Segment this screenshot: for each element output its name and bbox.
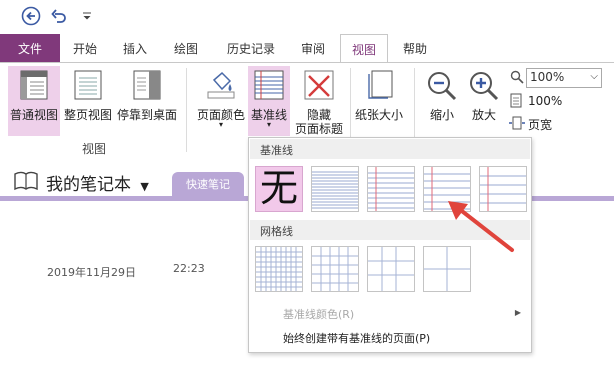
zoom-in-button[interactable]: 放大 xyxy=(464,66,504,136)
grid-medium-option[interactable] xyxy=(311,246,359,292)
dock-to-desktop-button[interactable]: 停靠到桌面 xyxy=(116,66,178,136)
tab-review[interactable]: 审阅 xyxy=(290,34,336,62)
search-icon xyxy=(510,70,524,84)
page-color-dropdown-icon: ▾ xyxy=(218,120,223,129)
notebook-icon[interactable] xyxy=(14,171,38,191)
rule-narrow-option[interactable] xyxy=(311,166,359,212)
hide-page-title-button[interactable]: 隐藏 页面标题 xyxy=(292,66,346,136)
full-page-view-icon xyxy=(74,70,102,100)
zoom-in-icon xyxy=(470,72,499,101)
views-group-label: 视图 xyxy=(82,142,107,156)
page-color-button[interactable]: 页面颜色 ▾ xyxy=(196,66,246,136)
rule-none-option[interactable]: 无 xyxy=(255,166,303,212)
page-100-icon xyxy=(510,93,522,108)
grid-large-option[interactable] xyxy=(367,246,415,292)
normal-view-icon xyxy=(20,70,48,100)
paper-size-icon xyxy=(368,70,393,99)
page-date: 2019年11月29日 xyxy=(47,266,136,279)
ribbon-separator xyxy=(186,68,187,152)
rule-lines-icon xyxy=(254,70,284,100)
hide-title-icon xyxy=(304,70,334,100)
page-width-icon xyxy=(509,116,525,130)
rule-line-color-menu: 基准线颜色(R) xyxy=(283,308,355,321)
annotation-arrow-icon xyxy=(448,201,514,252)
dock-desktop-icon xyxy=(133,70,161,100)
undo-icon[interactable] xyxy=(48,5,70,27)
zoom-100-button[interactable]: 100% xyxy=(508,92,568,110)
quick-access-toolbar xyxy=(0,0,614,32)
narrow-ruled-icon xyxy=(312,171,358,209)
tab-help[interactable]: 帮助 xyxy=(392,34,438,62)
college-ruled-icon xyxy=(368,167,414,211)
tab-insert[interactable]: 插入 xyxy=(112,34,158,62)
normal-view-button[interactable]: 普通视图 xyxy=(8,66,60,136)
always-create-rule-lines-menu[interactable]: 始终创建带有基准线的页面(P) xyxy=(283,330,430,346)
zoom-out-icon xyxy=(428,72,457,101)
grid-small-option[interactable] xyxy=(255,246,303,292)
rule-college-option[interactable] xyxy=(367,166,415,212)
medium-grid-icon xyxy=(312,247,358,291)
submenu-arrow-icon: ▶ xyxy=(514,308,521,317)
back-arrow-icon[interactable] xyxy=(20,5,42,27)
customize-qat-icon[interactable] xyxy=(76,5,98,27)
tab-history[interactable]: 历史记录 xyxy=(218,34,284,62)
tab-file[interactable]: 文件 xyxy=(0,34,60,62)
zoom-out-button[interactable]: 缩小 xyxy=(422,66,462,136)
zoom-combobox[interactable]: 100% ⌵ xyxy=(526,68,602,88)
tab-draw[interactable]: 绘图 xyxy=(163,34,209,62)
paper-size-button[interactable]: 纸张大小 xyxy=(352,66,406,136)
notebook-dropdown-icon: ▼ xyxy=(140,180,149,193)
rule-lines-header: 基准线 xyxy=(250,139,530,159)
rule-lines-dropdown-icon: ▾ xyxy=(266,120,271,129)
ribbon-tabs: 文件 开始 插入 绘图 历史记录 审阅 视图 帮助 xyxy=(0,34,614,63)
chevron-down-icon: ⌵ xyxy=(590,71,598,82)
notebook-title[interactable]: 我的笔记本 ▼ xyxy=(46,170,149,195)
page-time: 22:23 xyxy=(173,262,205,275)
rule-lines-button[interactable]: 基准线 ▾ xyxy=(248,66,290,136)
large-grid-icon xyxy=(368,247,414,291)
full-page-view-button[interactable]: 整页视图 xyxy=(62,66,114,136)
paint-bucket-icon xyxy=(207,71,235,99)
page-width-button[interactable]: 页宽 xyxy=(508,114,568,132)
tab-view[interactable]: 视图 xyxy=(340,34,388,63)
tab-home[interactable]: 开始 xyxy=(62,34,108,62)
small-grid-icon xyxy=(256,247,302,291)
section-tab-quick-notes[interactable]: 快速笔记 xyxy=(172,172,244,196)
